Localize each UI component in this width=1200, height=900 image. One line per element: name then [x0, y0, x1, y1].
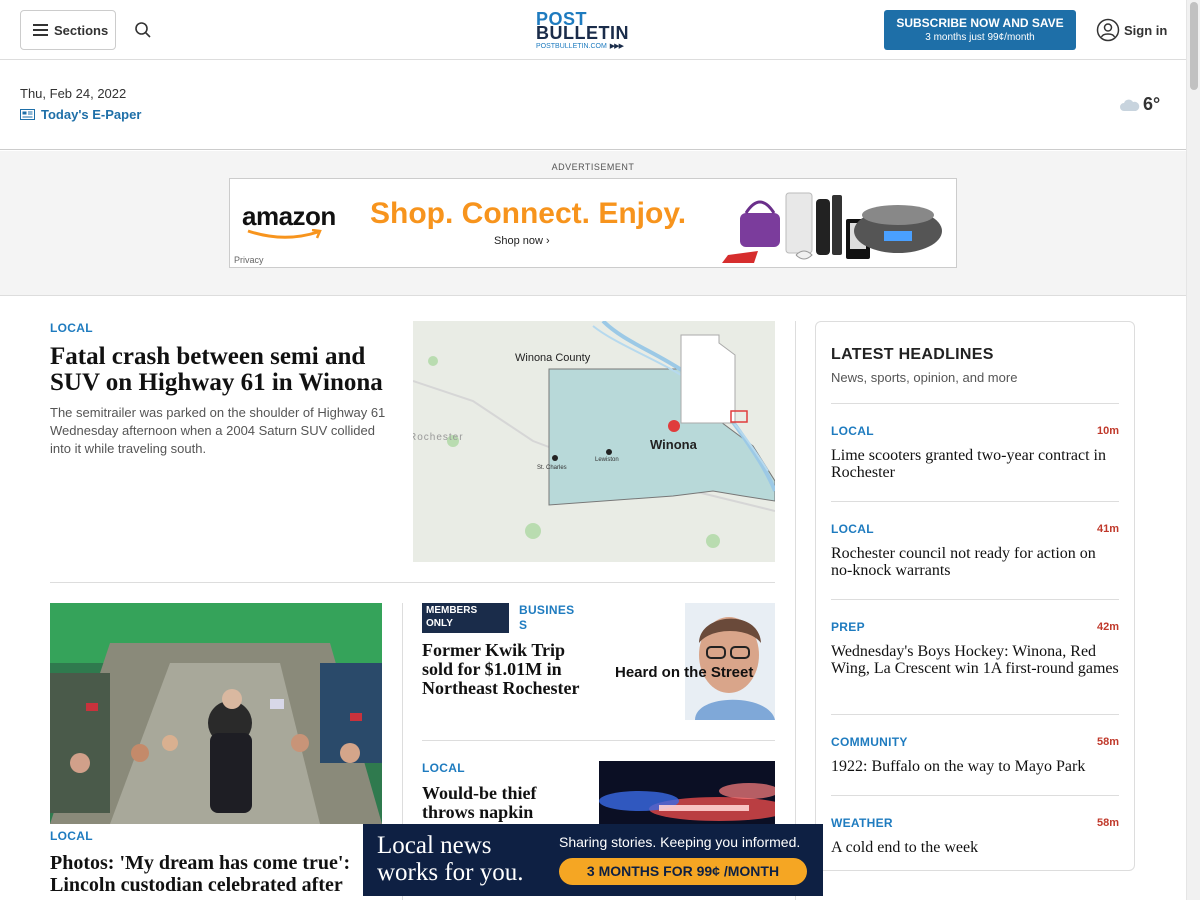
story4-kicker[interactable]: LOCAL — [422, 761, 465, 775]
sections-button[interactable]: Sections — [20, 10, 116, 50]
column-divider — [795, 321, 796, 900]
section-divider — [50, 582, 775, 583]
latest-item-kicker[interactable]: LOCAL — [831, 522, 874, 536]
latest-item-headline[interactable]: Lime scooters granted two-year contract … — [831, 447, 1119, 481]
menu-icon — [33, 24, 48, 36]
map-city-label: Winona — [650, 437, 698, 452]
subscription-sticky-ad[interactable]: Local news works for you. Sharing storie… — [363, 824, 823, 896]
date-bar: Thu, Feb 24, 2022 Today's E-Paper 6° — [0, 60, 1186, 150]
latest-item-time: 58m — [1096, 817, 1119, 829]
subscribe-title: SUBSCRIBE NOW AND SAVE — [896, 16, 1064, 30]
latest-headlines-subtitle: News, sports, opinion, and more — [831, 370, 1018, 385]
ad-tagline: Shop. Connect. Enjoy. — [370, 197, 687, 230]
latest-item-time: 41m — [1096, 523, 1119, 535]
user-icon — [1096, 18, 1120, 42]
heard-on-the-street-text: Heard on the Street — [615, 664, 754, 681]
latest-headline-item[interactable]: COMMUNITY 58m 1922: Buffalo on the way t… — [831, 714, 1119, 795]
latest-headline-item[interactable]: PREP 42m Wednesday's Boys Hockey: Winona… — [831, 599, 1119, 714]
sticky-ad-subline: Sharing stories. Keeping you informed. — [559, 834, 801, 850]
latest-item-headline[interactable]: Wednesday's Boys Hockey: Winona, Red Win… — [831, 643, 1119, 677]
epaper-link[interactable]: Today's E-Paper — [20, 107, 141, 122]
latest-item-headline[interactable]: 1922: Buffalo on the way to Mayo Park — [831, 758, 1119, 775]
lead-story-summary: The semitrailer was parked on the should… — [50, 405, 386, 456]
latest-item-headline[interactable]: Rochester council not ready for action o… — [831, 545, 1119, 579]
map-county-label: Winona County — [515, 352, 591, 364]
ad-privacy[interactable]: Privacy — [234, 255, 264, 265]
signin-label: Sign in — [1124, 22, 1168, 38]
map-lewiston-label: Lewiston — [595, 457, 619, 463]
latest-headlines-panel: LATEST HEADLINES News, sports, opinion, … — [815, 321, 1135, 871]
heard-on-the-street-image[interactable]: Heard on the Street — [599, 603, 775, 720]
weather-widget[interactable]: 6° — [1120, 94, 1160, 115]
police-lights-photo — [599, 761, 775, 831]
signin-link[interactable]: Sign in — [1096, 18, 1167, 42]
logo-arrows-icon: ▶▶▶ — [609, 43, 624, 50]
story2-kicker[interactable]: LOCAL — [50, 829, 93, 843]
page-scrollbar[interactable] — [1186, 0, 1200, 900]
latest-item-kicker[interactable]: WEATHER — [831, 816, 893, 830]
story2-headline[interactable]: Photos: 'My dream has come true': Lincol… — [50, 852, 380, 896]
police-lights-image[interactable] — [599, 761, 775, 831]
amazon-logo: amazon — [242, 201, 336, 231]
ad-products-image — [722, 192, 942, 263]
amazon-smile-icon — [247, 229, 322, 239]
sticky-ad-cta-button[interactable]: 3 MONTHS FOR 99¢ /MONTH — [559, 858, 807, 885]
latest-item-kicker[interactable]: LOCAL — [831, 424, 874, 438]
epaper-label: Today's E-Paper — [41, 107, 142, 122]
latest-item-headline[interactable]: A cold end to the week — [831, 839, 1119, 856]
latest-item-kicker[interactable]: COMMUNITY — [831, 735, 908, 749]
hallway-photo — [50, 603, 382, 824]
logo-url: POSTBULLETIN.COM — [536, 42, 607, 50]
logo-line-bulletin: BULLETIN — [536, 23, 629, 43]
current-date: Thu, Feb 24, 2022 — [20, 86, 127, 101]
winona-map: Winona County Winona Rochester St. Charl… — [413, 321, 775, 562]
temperature: 6° — [1143, 94, 1161, 114]
search-icon[interactable] — [134, 21, 152, 39]
columnist-portrait — [599, 603, 775, 720]
story3-kicker[interactable]: BUSINESS — [519, 603, 577, 633]
latest-headline-item[interactable]: LOCAL 41m Rochester council not ready fo… — [831, 501, 1119, 599]
lead-story-kicker[interactable]: LOCAL — [50, 321, 93, 335]
subscribe-button[interactable]: SUBSCRIBE NOW AND SAVE 3 months just 99¢… — [884, 10, 1076, 50]
custodian-celebration-photo[interactable] — [50, 603, 382, 824]
latest-headline-item[interactable]: LOCAL 10m Lime scooters granted two-year… — [831, 403, 1119, 501]
amazon-ad-banner[interactable]: amazon Shop. Connect. Enjoy. Shop now › … — [229, 178, 957, 268]
ad-shop-now[interactable]: Shop now › — [494, 235, 550, 247]
scrollbar-thumb[interactable] — [1190, 2, 1198, 90]
latest-item-time: 10m — [1096, 425, 1119, 437]
map-rochester-label: Rochester — [413, 432, 464, 443]
lead-story-headline[interactable]: Fatal crash between semi and SUV on High… — [50, 344, 400, 396]
site-logo[interactable]: POST BULLETIN POSTBULLETIN.COM ▶▶▶ — [536, 10, 648, 50]
members-only-badge: MEMBERS ONLY — [422, 603, 509, 633]
latest-headline-item[interactable]: WEATHER 58m A cold end to the week — [831, 795, 1119, 865]
latest-item-time: 42m — [1096, 621, 1119, 633]
site-header: Sections POST BULLETIN POSTBULLETIN.COM ▶… — [0, 0, 1186, 60]
story3-headline[interactable]: Former Kwik Trip sold for $1.01M in Nort… — [422, 641, 590, 698]
latest-item-kicker[interactable]: PREP — [831, 620, 865, 634]
subscribe-subtitle: 3 months just 99¢/month — [925, 32, 1035, 43]
latest-item-time: 58m — [1096, 736, 1119, 748]
cloud-icon — [1120, 99, 1140, 111]
sections-label: Sections — [54, 22, 109, 38]
lead-story-map-image[interactable]: Winona County Winona Rochester St. Charl… — [413, 321, 775, 562]
ad-section: ADVERTISEMENT amazon Shop. Connect. Enjo… — [0, 151, 1186, 296]
ad-label: ADVERTISEMENT — [551, 162, 635, 172]
story4-headline[interactable]: Would-be thief throws napkin — [422, 784, 590, 822]
map-stcharles-label: St. Charles — [537, 465, 567, 471]
newspaper-icon — [20, 109, 35, 120]
story-divider — [422, 740, 775, 741]
sticky-ad-headline: Local news works for you. — [377, 832, 524, 886]
latest-headlines-title: LATEST HEADLINES — [831, 346, 994, 363]
